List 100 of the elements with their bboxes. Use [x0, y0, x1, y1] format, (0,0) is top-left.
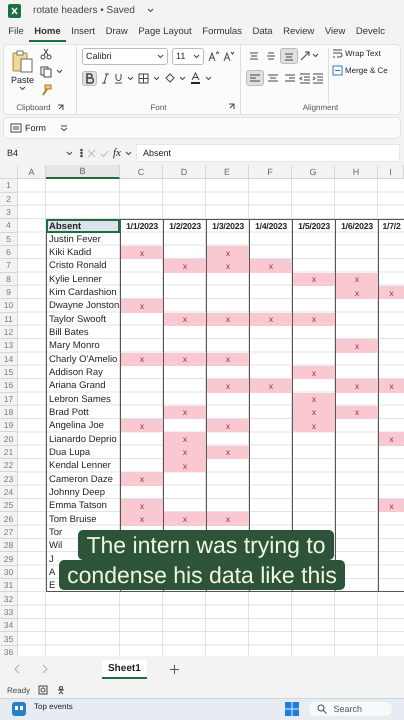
row-header[interactable]: 9: [0, 286, 18, 300]
sheet-tab[interactable]: Sheet1: [102, 660, 147, 679]
row-header[interactable]: 16: [0, 379, 18, 392]
formula-field[interactable]: Absent: [136, 144, 400, 162]
ribbon-tab[interactable]: Draw: [100, 26, 134, 42]
merge-cells-icon[interactable]: [332, 64, 343, 76]
paste-button[interactable]: Paste: [9, 48, 36, 104]
align-left-button[interactable]: [246, 70, 264, 86]
add-sheet-icon[interactable]: [168, 664, 180, 675]
chevron-down-icon[interactable]: [205, 76, 212, 81]
fill-color-icon[interactable]: [164, 72, 175, 84]
widget-title[interactable]: Top events: [34, 702, 73, 712]
customize-toolbar-icon[interactable]: [60, 125, 68, 132]
column-header[interactable]: D: [163, 165, 206, 180]
chevron-down-icon[interactable]: [312, 53, 319, 58]
chevron-down-icon[interactable]: [146, 8, 154, 14]
chevron-down-icon[interactable]: [66, 150, 73, 156]
ribbon-tab[interactable]: View: [320, 26, 351, 42]
font-color-icon[interactable]: [190, 72, 201, 84]
shrink-font-icon[interactable]: [223, 50, 234, 62]
bold-icon[interactable]: [85, 72, 94, 84]
row-header[interactable]: 25: [0, 499, 18, 512]
ribbon-tab[interactable]: File: [3, 26, 29, 42]
dialog-launcher-icon[interactable]: [56, 104, 64, 112]
row-header[interactable]: 1: [0, 179, 18, 193]
row-header[interactable]: 17: [0, 392, 18, 406]
ribbon-tab[interactable]: Review: [278, 26, 320, 42]
ribbon-tab[interactable]: Home: [28, 26, 66, 42]
start-icon[interactable]: [285, 702, 300, 716]
row-header[interactable]: 24: [0, 486, 18, 500]
merge-center-button[interactable]: Merge & Ce: [332, 64, 388, 76]
row-header[interactable]: 6: [0, 246, 18, 260]
font-size-dropdown[interactable]: 11: [172, 48, 204, 65]
row-header[interactable]: 14: [0, 352, 18, 366]
ribbon-tab[interactable]: Develc: [350, 26, 390, 42]
column-header[interactable]: E: [206, 165, 249, 180]
row-header[interactable]: 28: [0, 539, 18, 552]
chevron-down-icon[interactable]: [193, 54, 200, 59]
bold-button[interactable]: [82, 70, 97, 86]
search-icon[interactable]: [317, 704, 328, 714]
ribbon-tab[interactable]: Data: [247, 26, 278, 42]
row-header[interactable]: 3: [0, 206, 18, 220]
row-header[interactable]: 4: [0, 219, 18, 233]
row-header[interactable]: 11: [0, 312, 18, 326]
copy-icon[interactable]: [40, 66, 52, 78]
search-field[interactable]: Search: [309, 702, 392, 716]
widget-icon[interactable]: [12, 702, 26, 716]
row-header[interactable]: 36: [0, 646, 18, 656]
column-header[interactable]: H: [335, 165, 378, 180]
column-header[interactable]: I: [378, 165, 404, 180]
row-header[interactable]: 26: [0, 512, 18, 526]
row-header[interactable]: 34: [0, 619, 18, 632]
chevron-down-icon[interactable]: [56, 69, 64, 74]
row-header[interactable]: 12: [0, 326, 18, 340]
chevron-down-icon[interactable]: [179, 76, 186, 81]
ribbon-tab[interactable]: Insert: [66, 26, 100, 42]
borders-icon[interactable]: [138, 72, 149, 84]
underline-icon[interactable]: [114, 72, 123, 84]
row-header[interactable]: 10: [0, 299, 18, 313]
row-header[interactable]: 33: [0, 606, 18, 620]
column-header[interactable]: F: [249, 165, 292, 180]
row-header[interactable]: 2: [0, 192, 18, 206]
row-header[interactable]: 29: [0, 552, 18, 566]
row-header[interactable]: 31: [0, 579, 18, 592]
increase-indent-icon[interactable]: [312, 72, 324, 84]
format-painter-icon[interactable]: [40, 84, 52, 96]
column-header[interactable]: A: [18, 165, 46, 180]
chevron-down-icon[interactable]: [157, 54, 164, 59]
row-header[interactable]: 27: [0, 526, 18, 540]
accessibility-icon[interactable]: [38, 685, 48, 696]
row-header[interactable]: 30: [0, 566, 18, 580]
row-header[interactable]: 15: [0, 366, 18, 380]
align-bottom-button[interactable]: [280, 48, 298, 64]
row-header[interactable]: 20: [0, 432, 18, 446]
chevron-down-icon[interactable]: [19, 86, 26, 91]
row-header[interactable]: 8: [0, 272, 18, 286]
form-icon[interactable]: [10, 123, 22, 134]
wrap-text-icon[interactable]: [332, 48, 343, 59]
column-header[interactable]: G: [292, 165, 335, 180]
dialog-launcher-icon[interactable]: [228, 103, 235, 110]
column-header[interactable]: B: [46, 165, 120, 180]
column-header[interactable]: C: [120, 165, 163, 180]
row-header[interactable]: 5: [0, 232, 18, 246]
row-header[interactable]: 18: [0, 406, 18, 420]
scissors-icon[interactable]: [40, 48, 52, 60]
row-header[interactable]: 32: [0, 592, 18, 606]
chevron-down-icon[interactable]: [127, 76, 134, 81]
row-header[interactable]: 7: [0, 259, 18, 273]
form-button[interactable]: Form: [10, 123, 46, 134]
wrap-text-button[interactable]: Wrap Text: [332, 48, 388, 59]
row-header[interactable]: 21: [0, 446, 18, 460]
align-left-icon[interactable]: [249, 72, 261, 84]
row-header[interactable]: 13: [0, 339, 18, 353]
name-box[interactable]: B4: [4, 148, 76, 158]
row-header[interactable]: 19: [0, 419, 18, 432]
ribbon-tab[interactable]: Formulas: [196, 26, 248, 42]
header-cell[interactable]: Absent: [46, 219, 120, 233]
ribbon-tab[interactable]: Page Layout: [133, 26, 197, 42]
chevron-down-icon[interactable]: [124, 150, 132, 156]
orientation-icon[interactable]: [299, 50, 311, 62]
